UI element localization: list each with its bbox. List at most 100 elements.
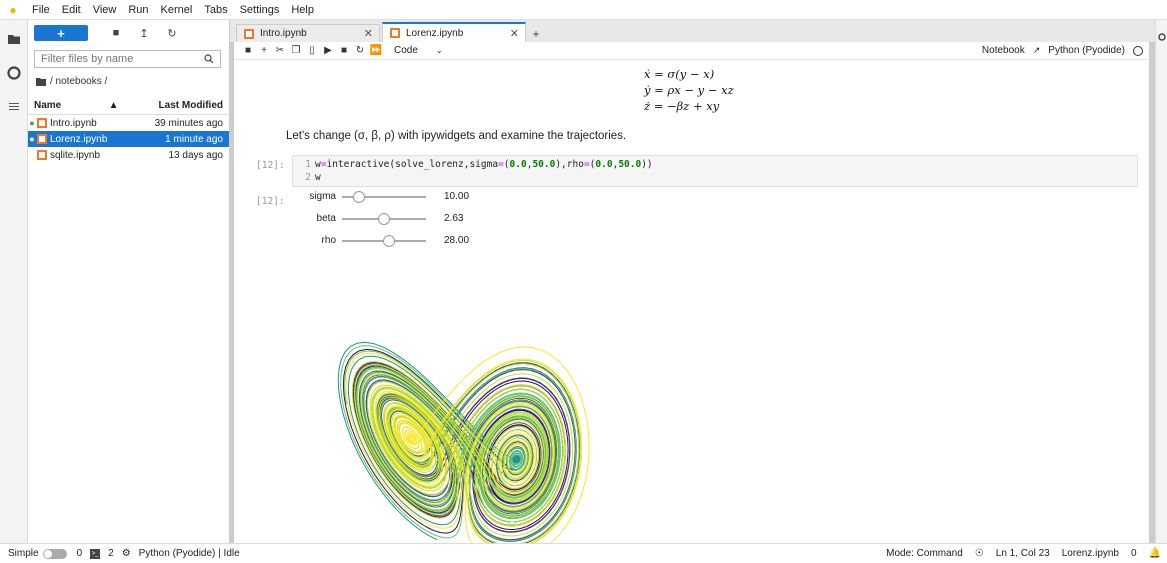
slider-handle[interactable] xyxy=(352,190,365,203)
insert-cell-icon[interactable]: + xyxy=(256,45,272,56)
file-row[interactable]: ● Lorenz.ipynb 1 minute ago xyxy=(28,131,229,147)
cell-type-select[interactable]: Code ⌄ xyxy=(394,45,443,56)
notification-count[interactable]: 0 xyxy=(1131,548,1137,559)
equation-line: ẋ = σ(y − x) xyxy=(644,67,715,81)
add-tab-button[interactable]: + xyxy=(528,26,544,42)
file-row[interactable]: sqlite.ipynb 13 days ago xyxy=(28,147,229,163)
slider-track[interactable] xyxy=(342,234,426,247)
menu-edit[interactable]: Edit xyxy=(56,0,87,20)
document-tab-bar: Intro.ipynb ✕ Lorenz.ipynb ✕ + xyxy=(230,20,1155,42)
restart-run-all-icon[interactable]: ⏩ xyxy=(368,45,384,56)
slider-label: sigma xyxy=(309,191,336,202)
simple-mode-label: Simple xyxy=(8,548,39,559)
refresh-icon[interactable]: ↻ xyxy=(160,25,184,41)
folder-icon[interactable] xyxy=(7,32,21,46)
menu-settings[interactable]: Settings xyxy=(234,0,286,20)
right-sidebar xyxy=(1155,20,1167,543)
file-browser-toolbar: + ■ ↥ ↻ xyxy=(28,20,229,46)
menu-view[interactable]: View xyxy=(87,0,123,20)
notebook-file-icon xyxy=(37,134,47,144)
breadcrumb-path[interactable]: / notebooks / xyxy=(50,76,107,87)
sort-ascending-icon[interactable]: ▲ xyxy=(109,100,119,111)
notebook-toolbar: ■ + ✂ ❐ ▯ ▶ ■ ↻ ⏩ Code ⌄ Notebook ↗ Pyth… xyxy=(234,42,1149,60)
menu-kernel[interactable]: Kernel xyxy=(155,0,199,20)
status-bar-right: Mode: Command ☉ Ln 1, Col 23 Lorenz.ipyn… xyxy=(886,548,1167,559)
document-tab[interactable]: Lorenz.ipynb ✕ xyxy=(382,22,526,42)
line-number: 1 xyxy=(305,159,311,170)
cut-icon[interactable]: ✂ xyxy=(272,45,288,56)
breadcrumb[interactable]: / notebooks / xyxy=(36,76,229,87)
line-number: 2 xyxy=(305,172,311,183)
copy-icon[interactable]: ❐ xyxy=(288,45,304,56)
open-in-new-icon[interactable]: ↗ xyxy=(1033,45,1041,56)
cell-type-value: Code xyxy=(394,45,418,56)
file-row[interactable]: ● Intro.ipynb 39 minutes ago xyxy=(28,115,229,131)
stop-icon[interactable]: ■ xyxy=(336,45,352,56)
column-name-header[interactable]: Name xyxy=(34,100,109,111)
slider-value[interactable]: 10.00 xyxy=(444,191,484,202)
slider-widget-sigma: sigma 10.00 xyxy=(292,190,484,203)
bell-icon[interactable]: 🔔 xyxy=(1149,548,1161,559)
kernel-status[interactable]: Python (Pyodide) | Idle xyxy=(139,548,240,559)
slider-widget-rho: rho 28.00 xyxy=(292,234,484,247)
notebook-label[interactable]: Notebook xyxy=(982,45,1025,56)
kernel-name-button[interactable]: Python (Pyodide) xyxy=(1048,45,1125,56)
code-cell-editor[interactable]: 1 w = interactive(solve_lorenz,sigma =(0.0, 5… xyxy=(292,155,1138,187)
filter-files-field[interactable] xyxy=(34,50,221,68)
save-icon[interactable]: ■ xyxy=(240,45,256,56)
paste-icon[interactable]: ▯ xyxy=(304,45,320,56)
slider-handle[interactable] xyxy=(378,212,390,225)
kernel-idle-icon xyxy=(1133,45,1143,56)
code-token: interactive(solve_lorenz,sigma xyxy=(326,159,499,170)
notebook-file-icon xyxy=(37,118,47,128)
property-inspector-icon[interactable] xyxy=(1157,32,1167,42)
output-prompt: [12]: xyxy=(256,196,285,207)
file-list: ● Intro.ipynb 39 minutes ago ● Lorenz.ipynb 1… xyxy=(28,115,229,163)
run-icon[interactable]: ▶ xyxy=(320,45,336,56)
tab-label: Lorenz.ipynb xyxy=(406,27,464,39)
file-name: Lorenz.ipynb xyxy=(50,133,108,145)
kernels-count[interactable]: 2 xyxy=(108,548,114,559)
slider-value[interactable]: 2.63 xyxy=(444,213,484,224)
slider-track[interactable] xyxy=(342,190,426,203)
notebook-file-icon xyxy=(390,28,400,38)
notebook-file-icon xyxy=(244,28,254,39)
status-bar: Simple 0 >_ 2 ⚙ Python (Pyodide) | Idle … xyxy=(0,543,1167,563)
terminals-count[interactable]: 0 xyxy=(77,548,83,559)
kernel-sessions-icon[interactable]: ⚙ xyxy=(122,548,131,559)
code-line: 2w xyxy=(293,171,1137,184)
menu-tabs[interactable]: Tabs xyxy=(198,0,233,20)
slider-handle[interactable] xyxy=(383,234,396,247)
terminal-icon[interactable]: >_ xyxy=(90,548,101,559)
close-icon[interactable]: ✕ xyxy=(364,27,373,40)
lorenz-equations: ẋ = σ(y − x) ẏ = ρx − y − xz ż = −βz + x… xyxy=(644,66,734,114)
upload-icon[interactable]: ↥ xyxy=(132,25,156,41)
simple-mode-toggle[interactable] xyxy=(42,548,67,559)
code-token: 50.0 xyxy=(618,159,642,170)
slider-track[interactable] xyxy=(342,212,426,225)
cursor-position[interactable]: Ln 1, Col 23 xyxy=(996,548,1050,559)
menu-run[interactable]: Run xyxy=(122,0,154,20)
main-dock-area: Intro.ipynb ✕ Lorenz.ipynb ✕ + ■ + ✂ ❐ ▯ ▶ … xyxy=(230,20,1155,543)
menu-bar: ● File Edit View Run Kernel Tabs Settings Help xyxy=(0,0,1167,20)
table-of-contents-icon[interactable] xyxy=(7,100,21,114)
column-modified-header[interactable]: Last Modified xyxy=(159,100,223,111)
new-launcher-button[interactable]: + xyxy=(34,25,88,41)
file-name: Intro.ipynb xyxy=(50,117,97,129)
filter-files-input[interactable] xyxy=(41,53,191,65)
menu-help[interactable]: Help xyxy=(285,0,320,20)
slider-value[interactable]: 28.00 xyxy=(444,235,484,246)
markdown-cell-text: Let's change (σ, β, ρ) with ipywidgets a… xyxy=(286,130,627,142)
menu-file[interactable]: File xyxy=(26,0,56,20)
running-kernels-icon[interactable] xyxy=(7,66,21,80)
notebook-file-icon xyxy=(37,150,47,160)
restart-icon[interactable]: ↻ xyxy=(352,45,368,56)
new-folder-icon[interactable]: ■ xyxy=(104,25,128,41)
document-tab[interactable]: Intro.ipynb ✕ xyxy=(236,24,380,42)
lorenz-attractor-plot xyxy=(337,341,590,543)
input-prompt: [12]: xyxy=(256,160,285,171)
close-icon[interactable]: ✕ xyxy=(510,27,519,40)
code-token: ),rho xyxy=(555,159,584,170)
mode-indicator: Mode: Command xyxy=(886,548,963,559)
file-browser: + ■ ↥ ↻ / notebooks / Name ▲ Last Modifi… xyxy=(28,20,230,543)
